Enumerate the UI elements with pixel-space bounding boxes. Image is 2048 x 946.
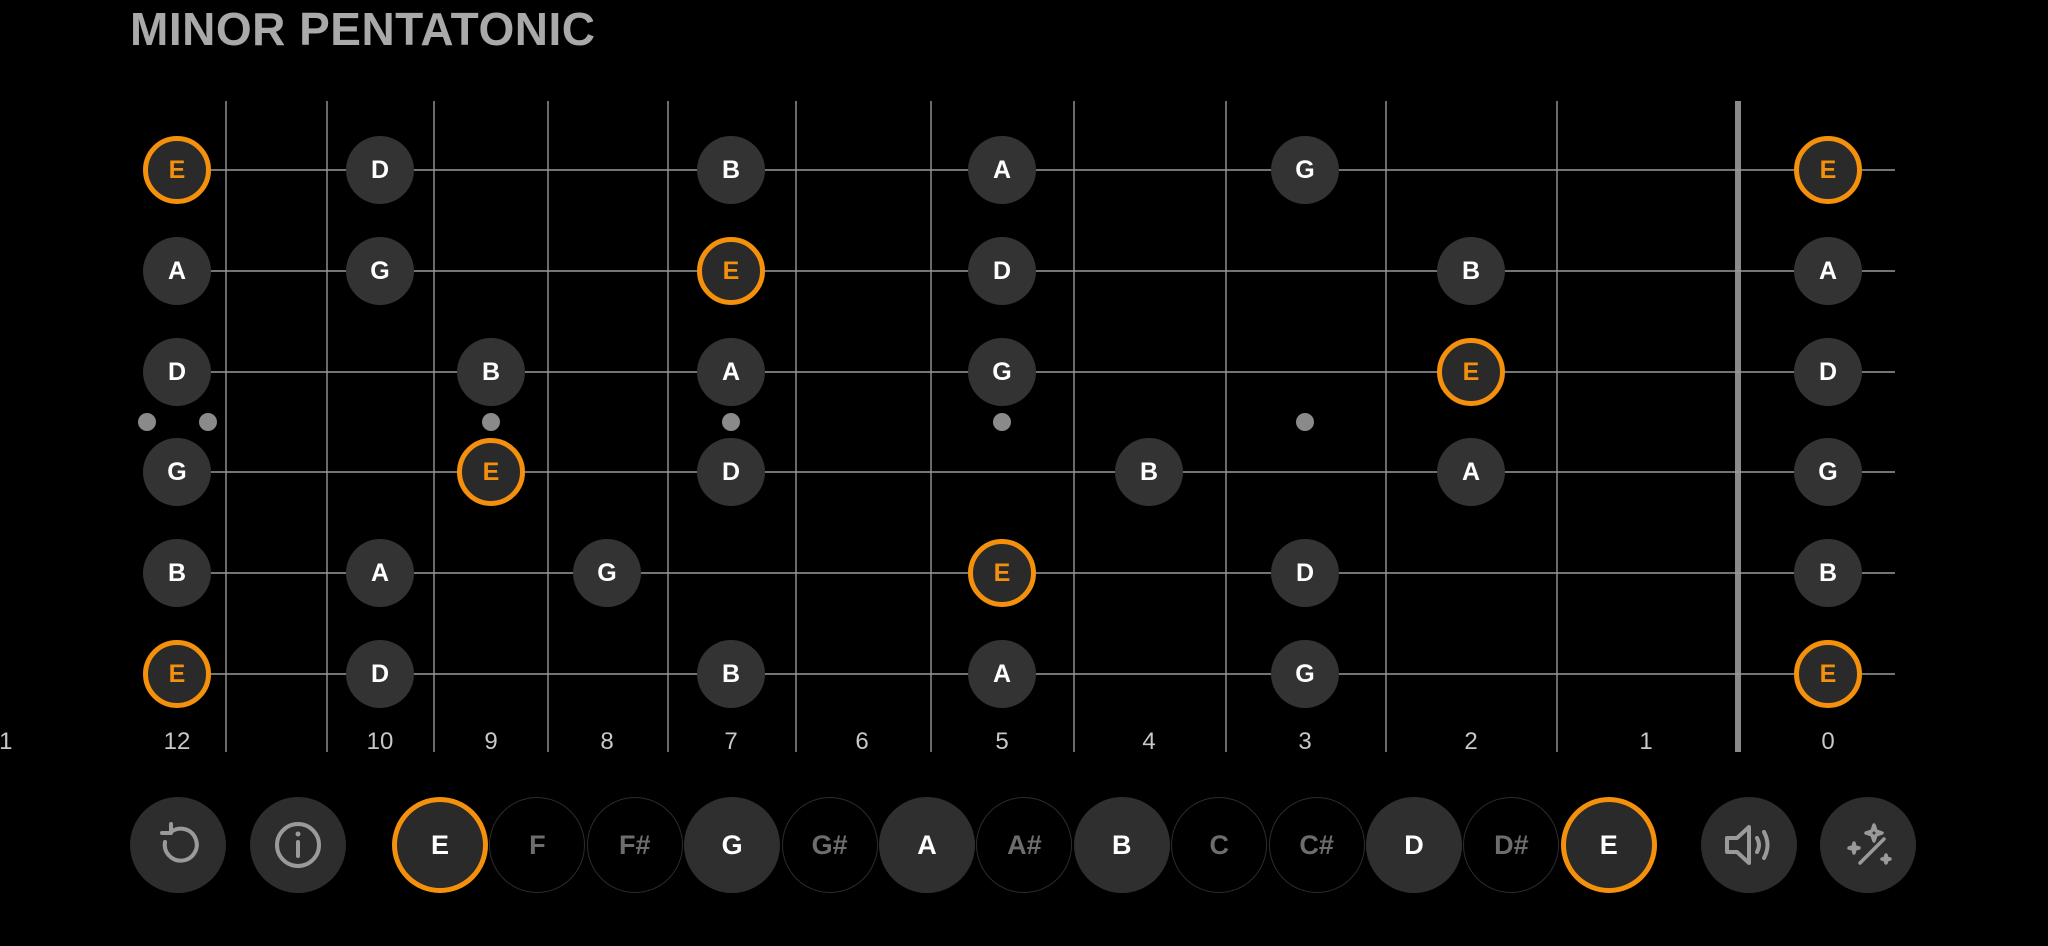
note-marker[interactable]: G <box>968 338 1036 406</box>
fret-number: 11 <box>0 728 13 755</box>
magic-button[interactable] <box>1820 797 1916 893</box>
fret-number: 6 <box>855 728 869 755</box>
reset-button[interactable] <box>130 797 226 893</box>
root-note-marker[interactable]: E <box>1794 640 1862 708</box>
note-marker[interactable]: D <box>346 136 414 204</box>
magic-wand-icon <box>1847 823 1892 865</box>
root-note-marker[interactable]: E <box>1794 136 1862 204</box>
note-marker[interactable]: D <box>1271 539 1339 607</box>
inlay-dot <box>199 413 217 431</box>
note-marker[interactable]: A <box>1794 237 1862 305</box>
rotate-ccw-icon <box>160 822 199 863</box>
key-button[interactable]: D# <box>1463 797 1560 893</box>
inlay-dot <box>722 413 740 431</box>
note-marker[interactable]: D <box>143 338 211 406</box>
fret-number: 3 <box>1298 728 1312 755</box>
note-marker[interactable]: B <box>697 136 765 204</box>
note-marker[interactable]: G <box>1794 438 1862 506</box>
fret-number: 4 <box>1142 728 1156 755</box>
key-button[interactable]: G <box>684 797 781 893</box>
sound-button[interactable] <box>1701 797 1797 893</box>
inlay-dot <box>482 413 500 431</box>
inlay-dot <box>1296 413 1314 431</box>
key-button[interactable]: E <box>392 797 488 893</box>
note-marker[interactable]: B <box>457 338 525 406</box>
inlay-dot <box>993 413 1011 431</box>
note-marker[interactable]: A <box>968 640 1036 708</box>
note-marker[interactable]: B <box>1437 237 1505 305</box>
key-button[interactable]: E <box>1560 797 1657 893</box>
fret-number: 2 <box>1464 728 1478 755</box>
note-marker[interactable]: A <box>697 338 765 406</box>
fret-number: 10 <box>366 728 394 755</box>
note-marker[interactable]: G <box>346 237 414 305</box>
note-marker[interactable]: G <box>1271 136 1339 204</box>
key-button[interactable]: C# <box>1268 797 1365 893</box>
fret-number: 7 <box>724 728 738 755</box>
key-button[interactable]: D <box>1366 797 1462 893</box>
note-marker[interactable]: B <box>1794 539 1862 607</box>
note-marker[interactable]: G <box>1271 640 1339 708</box>
root-note-marker[interactable]: E <box>697 237 765 305</box>
key-button[interactable]: B <box>1073 797 1170 893</box>
fret-number: 0 <box>1821 728 1835 755</box>
root-note-marker[interactable]: E <box>457 438 525 506</box>
note-marker[interactable]: D <box>346 640 414 708</box>
note-marker[interactable]: D <box>1794 338 1862 406</box>
root-note-marker[interactable]: E <box>1437 338 1505 406</box>
key-button[interactable]: F <box>489 797 586 893</box>
root-note-marker[interactable]: E <box>143 136 211 204</box>
fret-number: 12 <box>163 728 191 755</box>
note-marker[interactable]: D <box>968 237 1036 305</box>
note-marker[interactable]: A <box>968 136 1036 204</box>
page-title: MINOR PENTATONIC <box>130 3 596 55</box>
note-marker[interactable]: D <box>697 438 765 506</box>
root-note-marker[interactable]: E <box>143 640 211 708</box>
fret-number: 1 <box>1639 728 1653 755</box>
key-button[interactable]: C <box>1171 797 1268 893</box>
root-note-marker[interactable]: E <box>968 539 1036 607</box>
note-marker[interactable]: A <box>1437 438 1505 506</box>
fret-number: 5 <box>995 728 1009 755</box>
note-marker[interactable]: G <box>573 539 641 607</box>
key-button[interactable]: F# <box>586 797 683 893</box>
note-marker[interactable]: A <box>346 539 414 607</box>
speaker-icon <box>1725 825 1770 865</box>
note-marker[interactable]: B <box>143 539 211 607</box>
key-button[interactable]: G# <box>781 797 878 893</box>
note-marker[interactable]: A <box>143 237 211 305</box>
key-button[interactable]: A <box>879 797 975 893</box>
fret-number: 8 <box>600 728 614 755</box>
inlay-dot <box>138 413 156 431</box>
info-icon <box>275 822 321 868</box>
note-marker[interactable]: B <box>1115 438 1183 506</box>
fret-number: 9 <box>484 728 498 755</box>
note-marker[interactable]: B <box>697 640 765 708</box>
note-marker[interactable]: G <box>143 438 211 506</box>
key-button[interactable]: A# <box>976 797 1073 893</box>
info-button[interactable] <box>250 797 346 893</box>
